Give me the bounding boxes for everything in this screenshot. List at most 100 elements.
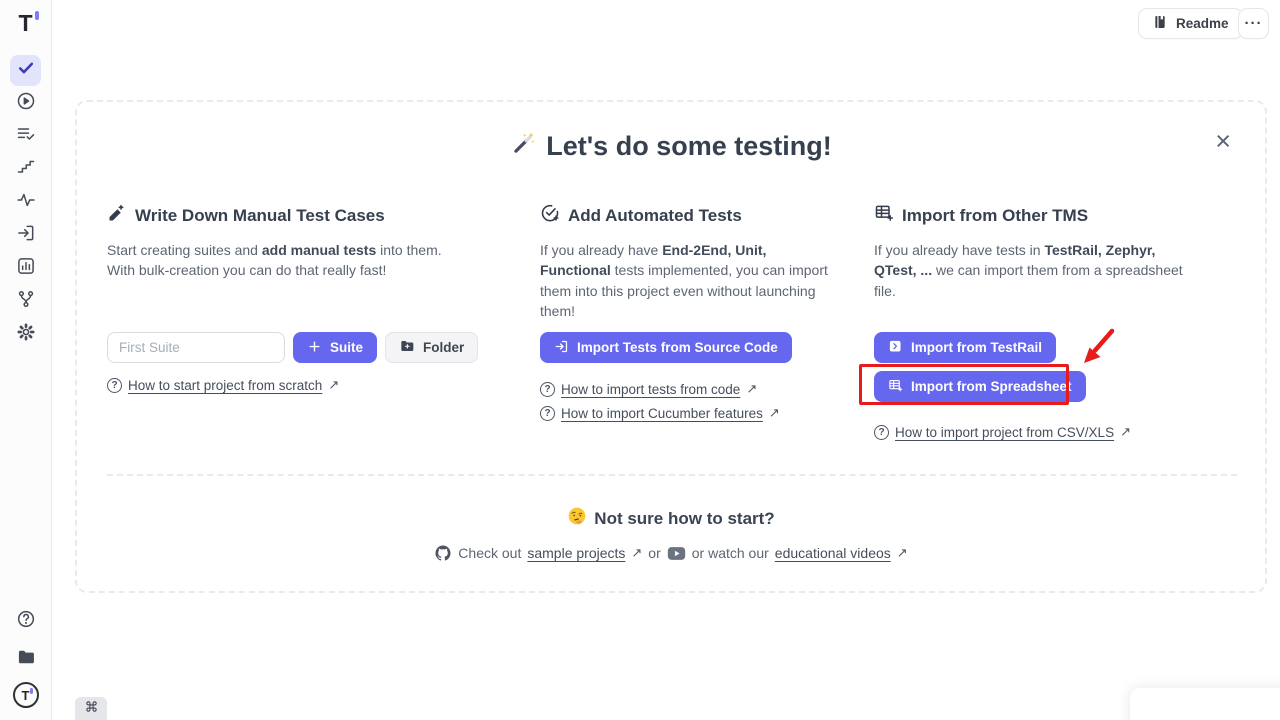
column-1-title: Write Down Manual Test Cases	[135, 206, 385, 226]
sidebar-item-help[interactable]	[10, 606, 41, 637]
question-circle-icon: ?	[540, 406, 555, 421]
dashed-divider	[107, 474, 1237, 476]
chevron-square-icon	[888, 339, 903, 357]
column-3-title-row: Import from Other TMS	[874, 203, 1194, 228]
footer-links-row: Check out sample projects ↗ or or watch …	[77, 544, 1265, 562]
external-arrow-icon: ↗	[1120, 424, 1131, 440]
corner-popup	[1130, 688, 1280, 720]
list-check-icon	[16, 124, 36, 149]
link-educational-videos[interactable]: educational videos	[775, 545, 891, 561]
folder-icon	[16, 647, 36, 672]
sidebar: T	[0, 0, 52, 720]
external-arrow-icon: ↗	[746, 381, 757, 397]
question-circle-icon: ?	[540, 382, 555, 397]
column-3-title: Import from Other TMS	[902, 206, 1088, 226]
column-2-title-row: Add Automated Tests	[540, 203, 837, 228]
sidebar-item-steps[interactable]	[10, 154, 41, 185]
import-testrail-button[interactable]: Import from TestRail	[874, 332, 1056, 363]
sidebar-item-projects[interactable]	[10, 644, 41, 675]
card-title: Let's do some testing!	[107, 130, 1235, 163]
spreadsheet-icon	[888, 378, 903, 396]
column-1-title-row: Write Down Manual Test Cases	[107, 203, 467, 228]
help-link-row: ? How to import tests from code ↗	[540, 381, 837, 397]
sidebar-item-pulse[interactable]	[10, 187, 41, 218]
external-arrow-icon: ↗	[897, 545, 908, 561]
add-suite-button[interactable]: Suite	[293, 332, 377, 363]
external-arrow-icon: ↗	[631, 545, 642, 561]
column-2-body: If you already have End-2End, Unit, Func…	[540, 240, 837, 332]
import-source-code-button[interactable]: Import Tests from Source Code	[540, 332, 792, 363]
help-circle-icon	[16, 609, 36, 634]
onboarding-card: × Let's do some testing! Write Down Manu…	[75, 100, 1267, 593]
folder-plus-icon	[399, 338, 415, 357]
column-import-tms: Import from Other TMS If you already hav…	[874, 203, 1194, 440]
import-spreadsheet-button[interactable]: Import from Spreadsheet	[874, 371, 1086, 402]
logo-tick	[35, 11, 39, 20]
link-import-tests-from-code[interactable]: How to import tests from code	[561, 382, 740, 397]
table-plus-icon	[874, 203, 894, 228]
readme-button[interactable]: Readme	[1138, 8, 1243, 39]
link-start-from-scratch[interactable]: How to start project from scratch	[128, 378, 322, 393]
plus-icon	[307, 339, 322, 357]
card-footer: Not sure how to start? Check out sample …	[77, 506, 1265, 562]
magic-wand-emoji	[510, 130, 536, 163]
footer-title-row: Not sure how to start?	[77, 506, 1265, 531]
command-shortcut-badge[interactable]	[75, 697, 107, 720]
footer-title-text: Not sure how to start?	[594, 509, 774, 529]
onboarding-columns: Write Down Manual Test Cases Start creat…	[107, 203, 1235, 440]
github-icon	[434, 544, 452, 562]
settings-gear-icon	[16, 322, 36, 347]
question-circle-icon: ?	[874, 425, 889, 440]
more-options-button[interactable]: ···	[1238, 8, 1269, 39]
book-icon	[1152, 14, 1168, 33]
ellipsis-icon: ···	[1245, 15, 1263, 32]
link-import-csv-xls[interactable]: How to import project from CSV/XLS	[895, 425, 1114, 440]
column-manual-tests: Write Down Manual Test Cases Start creat…	[107, 203, 467, 440]
close-icon[interactable]: ×	[1215, 128, 1231, 155]
help-link-row: ? How to import Cucumber features ↗	[540, 405, 837, 421]
import-box-icon	[554, 339, 569, 357]
readme-label: Readme	[1176, 16, 1229, 31]
sidebar-item-branches[interactable]	[10, 286, 41, 317]
add-folder-button[interactable]: Folder	[385, 332, 478, 363]
pencil-sparkle-icon	[107, 203, 127, 228]
app-logo[interactable]: T	[18, 8, 32, 38]
card-title-text: Let's do some testing!	[546, 131, 831, 162]
check-circle-plus-icon	[540, 203, 560, 228]
import-icon	[16, 223, 36, 248]
link-import-cucumber[interactable]: How to import Cucumber features	[561, 406, 763, 421]
sidebar-item-import[interactable]	[10, 220, 41, 251]
thinking-emoji	[567, 506, 587, 531]
command-key-icon	[84, 699, 99, 719]
external-arrow-icon: ↗	[769, 405, 780, 421]
pulse-icon	[16, 190, 36, 215]
or-text: or	[648, 545, 660, 561]
help-link-row: ? How to start project from scratch ↗	[107, 377, 467, 393]
column-3-body: If you already have tests in TestRail, Z…	[874, 240, 1194, 332]
sidebar-item-analytics[interactable]	[10, 253, 41, 284]
watch-our-text: or watch our	[692, 545, 769, 561]
first-suite-input[interactable]	[107, 332, 285, 363]
bar-chart-icon	[16, 256, 36, 281]
check-icon	[16, 58, 36, 83]
branch-icon	[16, 289, 36, 314]
account-avatar[interactable]: T	[13, 682, 39, 708]
sidebar-bottom: T	[10, 606, 41, 708]
app-logo-letter: T	[18, 10, 32, 36]
sidebar-item-runs[interactable]	[10, 88, 41, 119]
link-sample-projects[interactable]: sample projects	[527, 545, 625, 561]
sidebar-item-settings[interactable]	[10, 319, 41, 350]
sidebar-nav	[10, 55, 41, 350]
avatar-tick	[30, 688, 33, 694]
sidebar-item-tests[interactable]	[10, 55, 41, 86]
column-automated-tests: Add Automated Tests If you already have …	[540, 203, 837, 440]
play-circle-icon	[16, 91, 36, 116]
sidebar-item-plans[interactable]	[10, 121, 41, 152]
external-arrow-icon: ↗	[328, 377, 339, 393]
create-suite-row: Suite Folder	[107, 332, 467, 363]
column-2-title: Add Automated Tests	[568, 206, 742, 226]
question-circle-icon: ?	[107, 378, 122, 393]
check-out-text: Check out	[458, 545, 521, 561]
avatar-letter: T	[22, 688, 30, 703]
stairs-icon	[16, 157, 36, 182]
